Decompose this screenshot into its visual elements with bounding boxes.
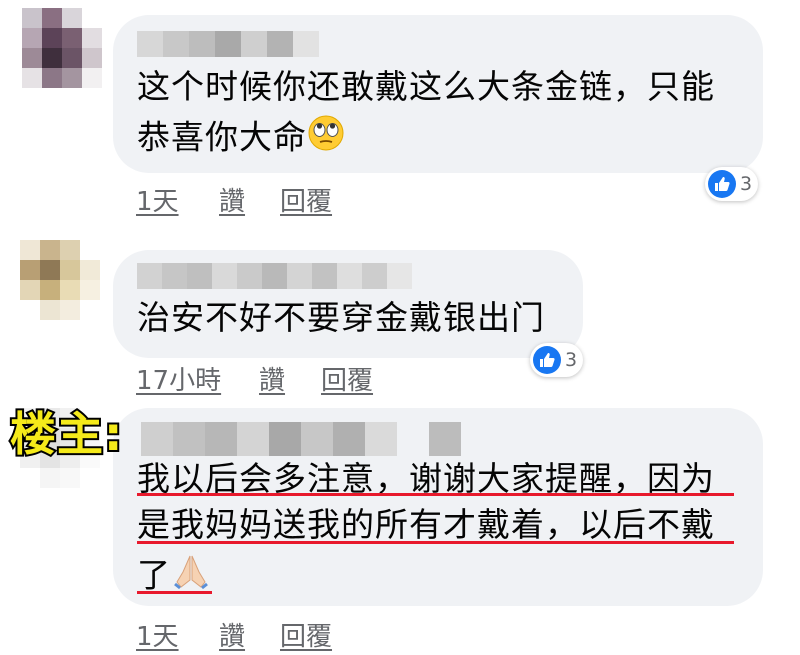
reaction-count: 3 [565,349,578,371]
timestamp-link[interactable]: 1天 [136,181,179,218]
like-link[interactable]: 讚 [219,616,245,653]
comment-text-line: 这个时候你还敢戴这么大条金链，只能 [137,67,715,106]
rolling-eyes-emoji [307,114,345,164]
like-link[interactable]: 讚 [259,360,285,397]
commenter-name-blurred[interactable] [137,31,319,57]
reply-link[interactable]: 回覆 [280,181,332,218]
folded-hands-emoji [171,552,211,602]
comment-text-line: 了 [137,552,211,602]
like-icon [708,170,736,198]
comment-text-line: 恭喜你大命 [137,114,345,164]
comment-text-line: 治安不好不要穿金戴银出门 [137,298,545,337]
like-icon [533,346,561,374]
avatar[interactable] [20,240,100,320]
like-link[interactable]: 讚 [219,181,245,218]
red-underline [137,493,734,496]
timestamp-link[interactable]: 1天 [136,616,179,653]
reply-link[interactable]: 回覆 [321,360,373,397]
reaction-badge[interactable]: 3 [530,343,584,377]
red-underline [137,591,212,594]
reaction-badge[interactable]: 3 [705,167,759,201]
avatar[interactable] [22,8,102,88]
owner-label: 楼主: [8,405,124,463]
reaction-count: 3 [740,173,753,195]
timestamp-link[interactable]: 17小時 [136,360,221,397]
reply-link[interactable]: 回覆 [280,616,332,653]
commenter-name-blurred[interactable] [141,422,461,456]
red-underline [137,541,734,544]
commenter-name-blurred[interactable] [137,263,412,289]
